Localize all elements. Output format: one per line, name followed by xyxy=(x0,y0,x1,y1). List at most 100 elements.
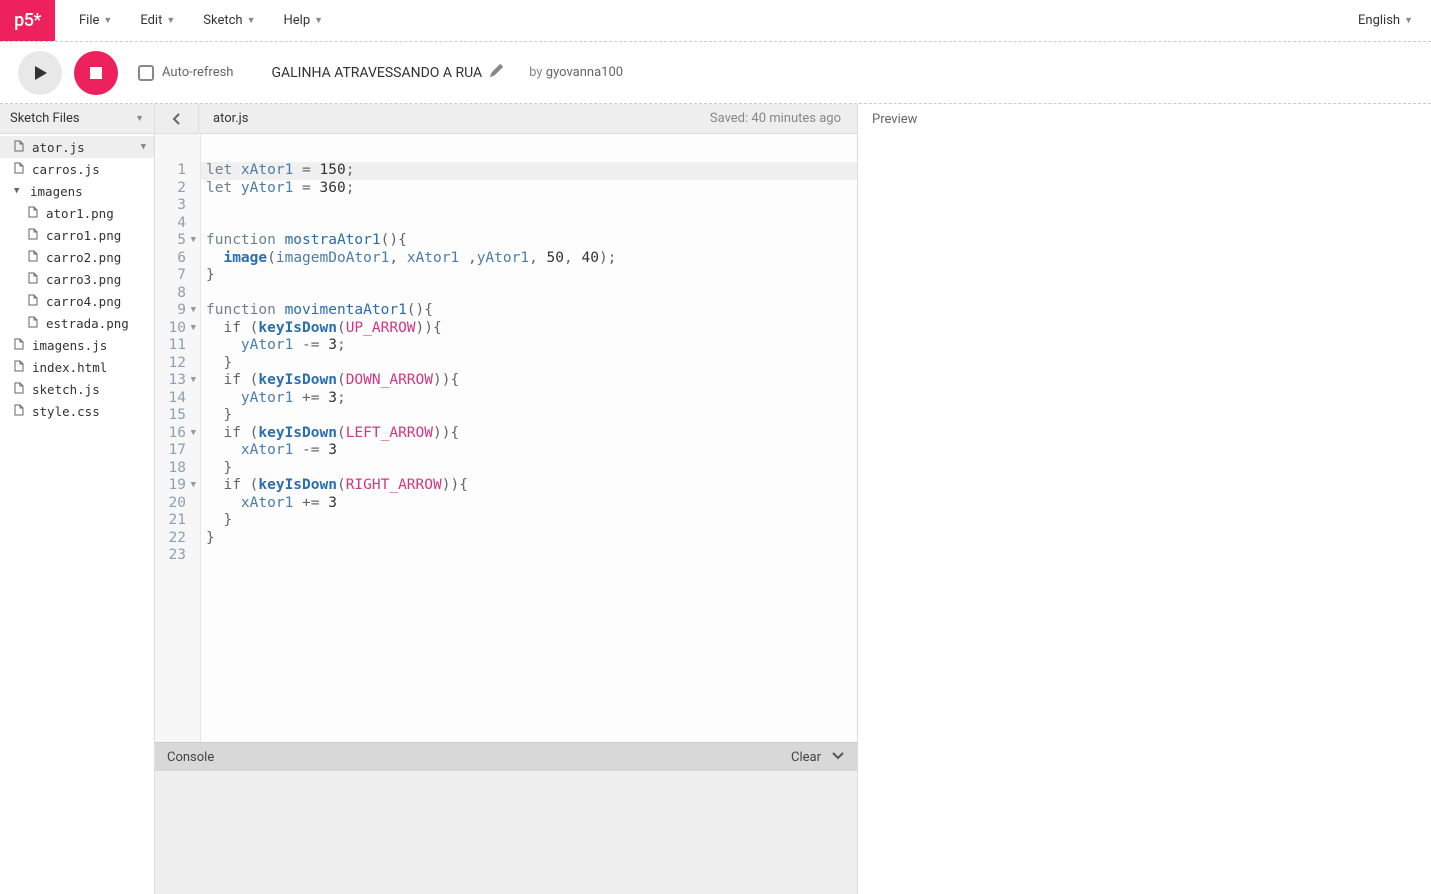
code-line[interactable]: image(imagemDoAtor1, xAtor1 ,yAtor1, 50,… xyxy=(206,250,857,268)
menu-edit-label: Edit xyxy=(140,13,162,28)
collapse-sidebar-button[interactable] xyxy=(155,104,199,133)
code-line[interactable]: function mostraAtor1(){ xyxy=(206,232,857,250)
file-actions-icon[interactable]: ▼ xyxy=(141,142,146,152)
author-link[interactable]: gyovanna100 xyxy=(546,65,623,80)
file-icon xyxy=(28,294,40,309)
file-icon xyxy=(14,360,26,375)
fold-marker-icon[interactable]: ▼ xyxy=(191,372,196,390)
file-icon xyxy=(14,140,26,155)
checkbox-icon[interactable] xyxy=(138,65,154,81)
menubar: p5* File▼ Edit ▼ Sketch▼ Help▼ English ▼ xyxy=(0,0,1431,42)
fold-marker-icon[interactable]: ▼ xyxy=(191,425,196,443)
language-label: English xyxy=(1358,13,1400,28)
code-line[interactable]: xAtor1 += 3 xyxy=(206,495,857,513)
file-icon xyxy=(14,382,26,397)
code-line[interactable]: } xyxy=(206,267,857,285)
chevron-down-icon[interactable] xyxy=(831,748,845,766)
code-line[interactable]: if (keyIsDown(UP_ARROW)){ xyxy=(206,320,857,338)
file-item[interactable]: carro3.png xyxy=(0,268,154,290)
chevron-down-icon: ▼ xyxy=(1404,15,1413,26)
file-item[interactable]: carro4.png xyxy=(0,290,154,312)
stop-button[interactable] xyxy=(74,51,118,95)
file-name-label: estrada.png xyxy=(46,316,129,331)
code-editor[interactable]: 12345▼6789▼10▼111213▼141516▼171819▼20212… xyxy=(155,134,857,742)
console-body[interactable] xyxy=(155,771,857,894)
preview-area: Preview xyxy=(858,104,1431,894)
play-button[interactable] xyxy=(18,51,62,95)
file-item[interactable]: estrada.png xyxy=(0,312,154,334)
file-item[interactable]: style.css xyxy=(0,400,154,422)
chevron-down-icon: ▼ xyxy=(166,15,175,26)
code-line[interactable]: } xyxy=(206,407,857,425)
gutter-line: 7 xyxy=(155,267,196,285)
console-clear-button[interactable]: Clear xyxy=(791,750,821,765)
menu-help[interactable]: Help▼ xyxy=(269,0,337,41)
code-lines[interactable]: let xAtor1 = 150;let yAtor1 = 360; funct… xyxy=(201,134,857,742)
code-line[interactable]: } xyxy=(206,530,857,548)
logo[interactable]: p5* xyxy=(0,0,55,41)
file-icon xyxy=(14,404,26,419)
preview-title: Preview xyxy=(872,112,917,127)
gutter-line: 9▼ xyxy=(155,302,196,320)
gutter-line: 3 xyxy=(155,197,196,215)
file-item[interactable]: imagens.js xyxy=(0,334,154,356)
file-tree: ator.js▼carros.js▼imagensator1.png carro1… xyxy=(0,134,154,894)
gutter-line: 10▼ xyxy=(155,320,196,338)
code-line[interactable]: } xyxy=(206,355,857,373)
file-name-label: index.html xyxy=(32,360,107,375)
sidebar-title: Sketch Files xyxy=(10,111,80,126)
gutter-line: 2 xyxy=(155,180,196,198)
code-line[interactable]: if (keyIsDown(RIGHT_ARROW)){ xyxy=(206,477,857,495)
gutter-line: 14 xyxy=(155,390,196,408)
code-line[interactable]: let yAtor1 = 360; xyxy=(206,180,857,198)
code-line[interactable] xyxy=(206,197,857,215)
gutter-line: 21 xyxy=(155,512,196,530)
fold-marker-icon[interactable]: ▼ xyxy=(191,302,196,320)
code-line[interactable]: yAtor1 += 3; xyxy=(206,390,857,408)
code-line[interactable]: if (keyIsDown(DOWN_ARROW)){ xyxy=(206,372,857,390)
code-line[interactable]: } xyxy=(206,460,857,478)
code-line[interactable]: } xyxy=(206,512,857,530)
file-icon xyxy=(28,316,40,331)
file-item[interactable]: sketch.js xyxy=(0,378,154,400)
menu-sketch[interactable]: Sketch▼ xyxy=(189,0,269,41)
gutter-line: 20 xyxy=(155,495,196,513)
menu-file-label: File xyxy=(79,13,99,28)
code-line[interactable] xyxy=(206,547,857,565)
file-name-label: carro2.png xyxy=(46,250,121,265)
file-item[interactable]: carro2.png xyxy=(0,246,154,268)
folder-item[interactable]: ▼imagens xyxy=(0,180,154,202)
code-line[interactable]: yAtor1 -= 3; xyxy=(206,337,857,355)
file-name-label: carro1.png xyxy=(46,228,121,243)
folder-toggle-icon[interactable]: ▼ xyxy=(14,186,24,196)
menu-file[interactable]: File▼ xyxy=(65,0,126,41)
code-line[interactable]: xAtor1 -= 3 xyxy=(206,442,857,460)
file-item[interactable]: ator.js▼ xyxy=(0,136,154,158)
chevron-down-icon[interactable]: ▼ xyxy=(135,113,144,124)
auto-refresh-toggle[interactable]: Auto-refresh xyxy=(138,65,233,81)
file-item[interactable]: carro1.png xyxy=(0,224,154,246)
editor-tab[interactable]: ator.js xyxy=(199,111,262,126)
fold-marker-icon[interactable]: ▼ xyxy=(191,320,196,338)
gutter-line: 12 xyxy=(155,355,196,373)
pencil-icon[interactable] xyxy=(490,64,503,81)
file-item[interactable]: carros.js xyxy=(0,158,154,180)
code-line[interactable]: let xAtor1 = 150; xyxy=(201,162,857,180)
gutter-line: 8 xyxy=(155,285,196,303)
menu-edit[interactable]: Edit ▼ xyxy=(126,0,189,41)
fold-marker-icon[interactable]: ▼ xyxy=(191,477,196,495)
preview-body xyxy=(858,134,1431,894)
code-line[interactable]: function movimentaAtor1(){ xyxy=(206,302,857,320)
gutter-line: 17 xyxy=(155,442,196,460)
file-name-label: carro4.png xyxy=(46,294,121,309)
file-item[interactable]: index.html xyxy=(0,356,154,378)
code-line[interactable]: if (keyIsDown(LEFT_ARROW)){ xyxy=(206,425,857,443)
language-selector[interactable]: English ▼ xyxy=(1340,0,1431,41)
editor-header: ator.js Saved: 40 minutes ago xyxy=(155,104,857,134)
code-line[interactable] xyxy=(206,285,857,303)
code-line[interactable] xyxy=(206,215,857,233)
sidebar-header: Sketch Files ▼ xyxy=(0,104,154,134)
fold-marker-icon[interactable]: ▼ xyxy=(191,232,196,250)
file-item[interactable]: ator1.png xyxy=(0,202,154,224)
menu-items: File▼ Edit ▼ Sketch▼ Help▼ xyxy=(55,0,337,41)
